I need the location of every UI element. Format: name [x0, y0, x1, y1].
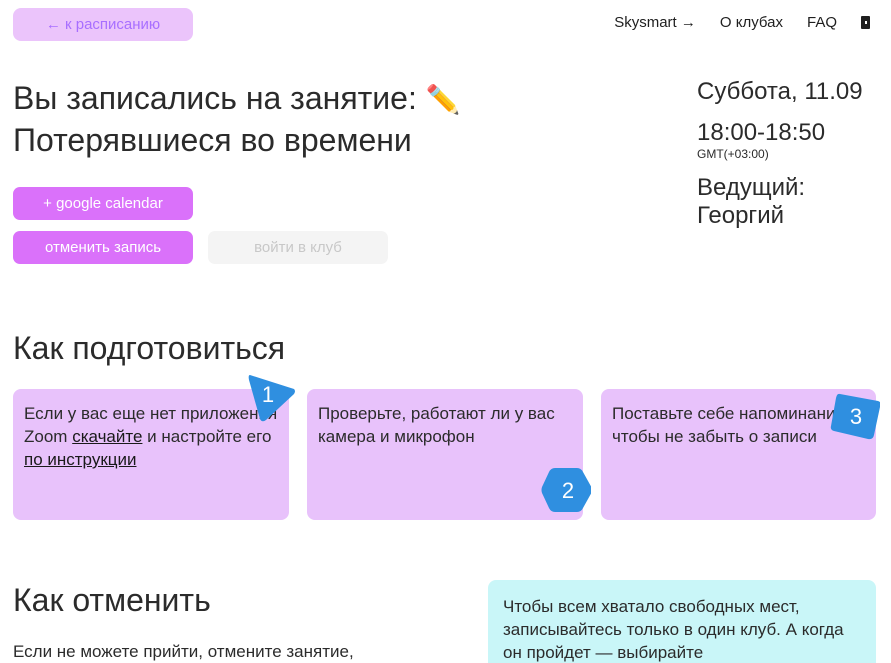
card-text: и настройте его [142, 427, 272, 446]
prepare-heading: Как подготовиться [13, 330, 286, 366]
lesson-date: Суббота, 11.09 [697, 78, 863, 105]
step-1-number: 1 [262, 382, 274, 407]
cancel-booking-button[interactable]: отменить запись [13, 231, 193, 264]
lesson-time: 18:00-18:50 [697, 119, 826, 146]
lesson-details: Суббота, 11.09 18:00-18:50 GMT(+03:00) В… [697, 78, 877, 230]
lesson-timezone: GMT(+03:00) [697, 147, 769, 161]
info-box: Чтобы всем хватало свободных мест, запис… [488, 580, 876, 663]
cancel-heading: Как отменить [13, 582, 211, 618]
logout-icon[interactable] [861, 16, 871, 29]
title-lesson-name: Потерявшиеся во времени [13, 122, 412, 158]
card-text: Поставьте себе напоминание, чтобы не заб… [612, 404, 850, 446]
page-title: Вы записались на занятие: ✏️ Потерявшиес… [13, 78, 533, 160]
card-text: Проверьте, работают ли у вас камера и ми… [318, 404, 555, 446]
step-2-number: 2 [562, 478, 574, 503]
pencil-icon: ✏️ [425, 84, 461, 115]
step-1-badge-icon: 1 [248, 375, 295, 422]
google-calendar-button[interactable]: + google calendar [13, 187, 193, 220]
join-club-button: войти в клуб [208, 231, 388, 264]
nav-faq-link[interactable]: FAQ [807, 14, 837, 31]
lesson-host: Ведущий: Георгий [697, 174, 806, 229]
info-text: Чтобы всем хватало свободных мест, запис… [503, 597, 844, 662]
cancel-instructions: Если не можете прийти, отмените занятие, [13, 642, 354, 661]
step-2-badge-icon: 2 [541, 468, 591, 512]
instructions-link[interactable]: по инструкции [24, 450, 136, 469]
title-line1: Вы записались на занятие: [13, 80, 417, 116]
back-to-schedule-button[interactable]: ← к расписанию [13, 8, 193, 41]
nav-skysmart-link[interactable]: Skysmart → [614, 14, 696, 31]
nav-about-clubs-link[interactable]: О клубах [720, 14, 783, 31]
step-3-number: 3 [850, 404, 862, 429]
top-nav: Skysmart → О клубах FAQ [614, 14, 871, 31]
download-zoom-link[interactable]: скачайте [72, 427, 142, 446]
step-3-badge-icon: 3 [830, 393, 880, 440]
